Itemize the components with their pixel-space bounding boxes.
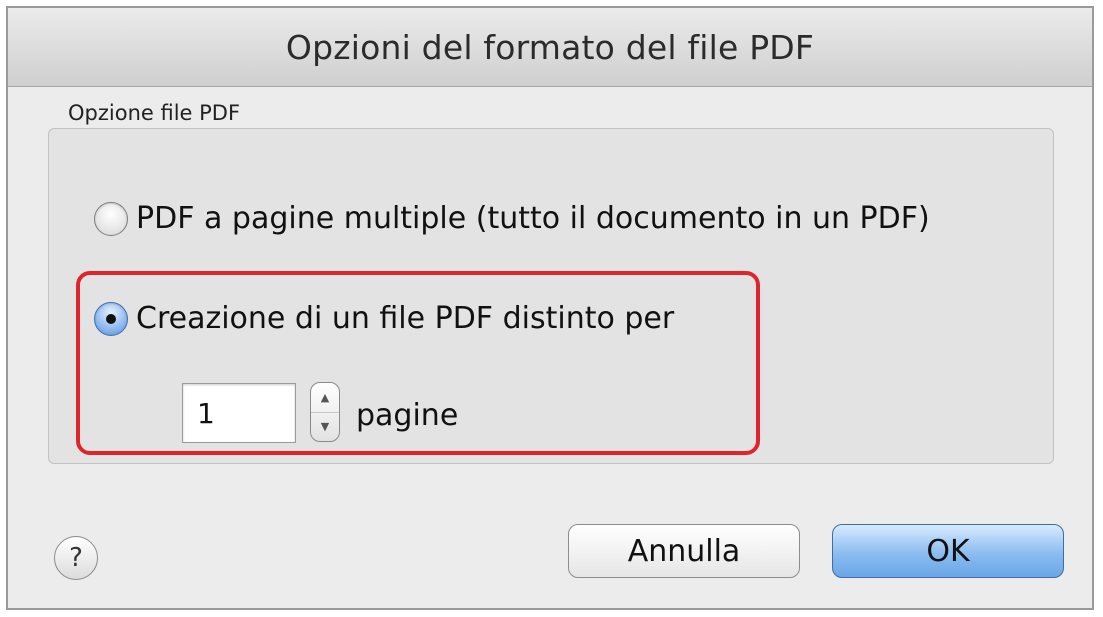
chevron-up-icon[interactable]: ▲: [311, 383, 339, 413]
pages-unit-label: pagine: [356, 398, 459, 433]
pages-count-input[interactable]: [182, 383, 296, 443]
cancel-button[interactable]: Annulla: [568, 524, 800, 578]
group-label: Opzione file PDF: [68, 101, 241, 125]
radio-label-multipage: PDF a pagine multiple (tutto il document…: [136, 201, 930, 236]
chevron-down-icon[interactable]: ▼: [311, 413, 339, 442]
radio-label-split: Creazione di un file PDF distinto per: [136, 301, 675, 336]
radio-button-multipage[interactable]: [94, 201, 128, 236]
radio-selected-dot: [106, 313, 116, 324]
radio-option-split[interactable]: Creazione di un file PDF distinto per: [94, 301, 674, 336]
title-bar: Opzioni del formato del file PDF: [8, 8, 1092, 87]
radio-option-multipage[interactable]: PDF a pagine multiple (tutto il document…: [94, 201, 930, 236]
ok-button[interactable]: OK: [832, 524, 1064, 578]
dialog-title: Opzioni del formato del file PDF: [285, 27, 815, 67]
radio-button-split[interactable]: [94, 301, 128, 336]
pdf-format-options-dialog: Opzioni del formato del file PDF Opzione…: [6, 6, 1094, 610]
pages-count-stepper[interactable]: ▲ ▼: [310, 382, 340, 442]
help-button[interactable]: ?: [54, 536, 98, 580]
